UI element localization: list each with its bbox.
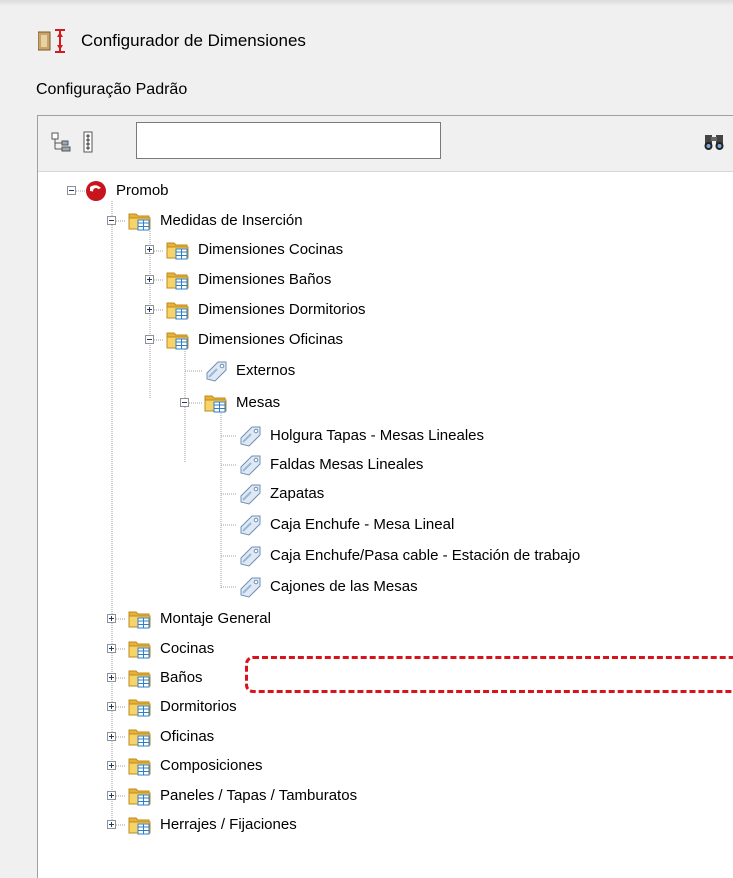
tag-icon bbox=[238, 483, 262, 505]
tree-node-label: Holgura Tapas - Mesas Lineales bbox=[270, 427, 485, 444]
binoculars-icon[interactable] bbox=[703, 132, 725, 152]
tree-node-promob[interactable]: Promob bbox=[84, 179, 284, 205]
tree-node-label: Caja Enchufe/Pasa cable - Estación de tr… bbox=[270, 547, 581, 564]
tree-expander-composiciones[interactable] bbox=[107, 761, 116, 770]
folder-table-icon bbox=[128, 755, 152, 777]
tag-icon bbox=[238, 454, 262, 476]
tree-node-label: Composiciones bbox=[160, 757, 263, 774]
tree-node-zapatas[interactable]: Zapatas bbox=[238, 482, 438, 508]
folder-table-icon bbox=[166, 239, 190, 261]
tree-node-caja-enchufe-estacion[interactable]: Caja Enchufe/Pasa cable - Estación de tr… bbox=[238, 544, 718, 570]
tree-node-herrajes-fijaciones[interactable]: Herrajes / Fijaciones bbox=[128, 813, 448, 839]
tree-expander-dim-banos[interactable] bbox=[145, 275, 154, 284]
folder-table-icon bbox=[128, 785, 152, 807]
tree-expander-montaje[interactable] bbox=[107, 614, 116, 623]
tree-node-holgura-tapas[interactable]: Holgura Tapas - Mesas Lineales bbox=[238, 424, 598, 450]
tree-node-caja-enchufe-mesa-lineal[interactable]: Caja Enchufe - Mesa Lineal bbox=[238, 513, 558, 539]
folder-table-icon bbox=[166, 299, 190, 321]
tree-node-dimensiones-oficinas[interactable]: Dimensiones Oficinas bbox=[166, 328, 426, 354]
folder-table-icon bbox=[166, 329, 190, 351]
folder-table-icon bbox=[128, 696, 152, 718]
tree-node-label: Montaje General bbox=[160, 610, 271, 627]
tree-node-label: Caja Enchufe - Mesa Lineal bbox=[270, 516, 455, 533]
tree-node-label: Baños bbox=[160, 669, 203, 686]
tree-node-externos[interactable]: Externos bbox=[204, 359, 404, 385]
tree-node-label: Paneles / Tapas / Tamburatos bbox=[160, 787, 358, 804]
tree-node-medidas-insercion[interactable]: Medidas de Inserción bbox=[128, 209, 388, 235]
tree-node-dimensiones-cocinas[interactable]: Dimensiones Cocinas bbox=[166, 238, 426, 264]
tree-toolbar bbox=[38, 116, 733, 172]
tree-node-cajones-mesas[interactable]: Cajones de las Mesas bbox=[238, 575, 538, 601]
tree-expander-mesas[interactable] bbox=[180, 398, 189, 407]
window-title: Configurador de Dimensiones bbox=[81, 31, 306, 50]
tree-node-label: Herrajes / Fijaciones bbox=[160, 816, 297, 833]
dimension-tree-panel: Promob Medidas de Inserción Dimensiones … bbox=[37, 115, 733, 878]
ruler-dimension-icon bbox=[38, 29, 65, 53]
tree-node-label: Zapatas bbox=[270, 485, 325, 502]
tree-node-oficinas[interactable]: Oficinas bbox=[128, 725, 448, 751]
tree-node-label: Cocinas bbox=[160, 640, 215, 657]
dimension-tree: Promob Medidas de Inserción Dimensiones … bbox=[38, 171, 733, 878]
tree-expander-banos[interactable] bbox=[107, 673, 116, 682]
tree-node-label: Faldas Mesas Lineales bbox=[270, 456, 424, 473]
tree-expander-dormitorios[interactable] bbox=[107, 702, 116, 711]
configuration-label: Configuração Padrão bbox=[36, 81, 188, 98]
tree-node-label: Externos bbox=[236, 362, 296, 379]
tree-node-label: Oficinas bbox=[160, 728, 215, 745]
tree-expander-paneles[interactable] bbox=[107, 791, 116, 800]
tree-node-mesas[interactable]: Mesas bbox=[204, 391, 404, 417]
promob-logo-icon bbox=[86, 181, 106, 201]
highlight-box bbox=[245, 656, 733, 693]
tree-node-label: Cajones de las Mesas bbox=[270, 578, 418, 595]
tree-node-label: Mesas bbox=[236, 394, 281, 411]
tree-node-label: Promob bbox=[116, 182, 169, 199]
tree-node-label: Dimensiones Cocinas bbox=[198, 241, 344, 258]
tag-icon bbox=[238, 425, 262, 447]
tag-icon bbox=[204, 360, 228, 382]
folder-table-icon bbox=[128, 814, 152, 836]
tree-node-paneles-tapas-tamburatos[interactable]: Paneles / Tapas / Tamburatos bbox=[128, 784, 448, 810]
tree-node-label: Dormitorios bbox=[160, 698, 237, 715]
folder-table-icon bbox=[166, 269, 190, 291]
tree-node-dimensiones-dormitorios[interactable]: Dimensiones Dormitorios bbox=[166, 298, 446, 324]
tag-icon bbox=[238, 545, 262, 567]
folder-table-icon bbox=[128, 638, 152, 660]
title-bar: Configurador de Dimensiones bbox=[0, 6, 733, 64]
folder-table-icon bbox=[128, 608, 152, 630]
tree-node-dimensiones-banos[interactable]: Dimensiones Baños bbox=[166, 268, 426, 294]
tag-icon bbox=[238, 514, 262, 536]
tree-node-dormitorios[interactable]: Dormitorios bbox=[128, 695, 448, 721]
tree-node-label: Dimensiones Oficinas bbox=[198, 331, 344, 348]
tree-node-faldas-mesas[interactable]: Faldas Mesas Lineales bbox=[238, 453, 538, 479]
folder-table-icon bbox=[128, 726, 152, 748]
tree-expander-promob[interactable] bbox=[67, 186, 76, 195]
tree-node-label: Dimensiones Dormitorios bbox=[198, 301, 366, 318]
tree-expander-dim-oficinas[interactable] bbox=[145, 335, 154, 344]
tree-expander-medidas[interactable] bbox=[107, 216, 116, 225]
tree-node-montaje-general[interactable]: Montaje General bbox=[128, 607, 388, 633]
collapse-all-icon[interactable] bbox=[80, 131, 102, 153]
folder-table-icon bbox=[204, 392, 228, 414]
search-input[interactable] bbox=[136, 122, 441, 159]
tree-expander-oficinas[interactable] bbox=[107, 732, 116, 741]
tree-expander-cocinas[interactable] bbox=[107, 644, 116, 653]
expand-all-icon[interactable] bbox=[50, 131, 72, 153]
tree-node-composiciones[interactable]: Composiciones bbox=[128, 754, 448, 780]
tag-icon bbox=[238, 576, 262, 598]
tree-expander-dim-dormitorios[interactable] bbox=[145, 305, 154, 314]
folder-table-icon bbox=[128, 210, 152, 232]
folder-table-icon bbox=[128, 667, 152, 689]
tree-expander-dim-cocinas[interactable] bbox=[145, 245, 154, 254]
tree-node-label: Dimensiones Baños bbox=[198, 271, 332, 288]
tree-node-label: Medidas de Inserción bbox=[160, 212, 303, 229]
tree-expander-herrajes[interactable] bbox=[107, 820, 116, 829]
